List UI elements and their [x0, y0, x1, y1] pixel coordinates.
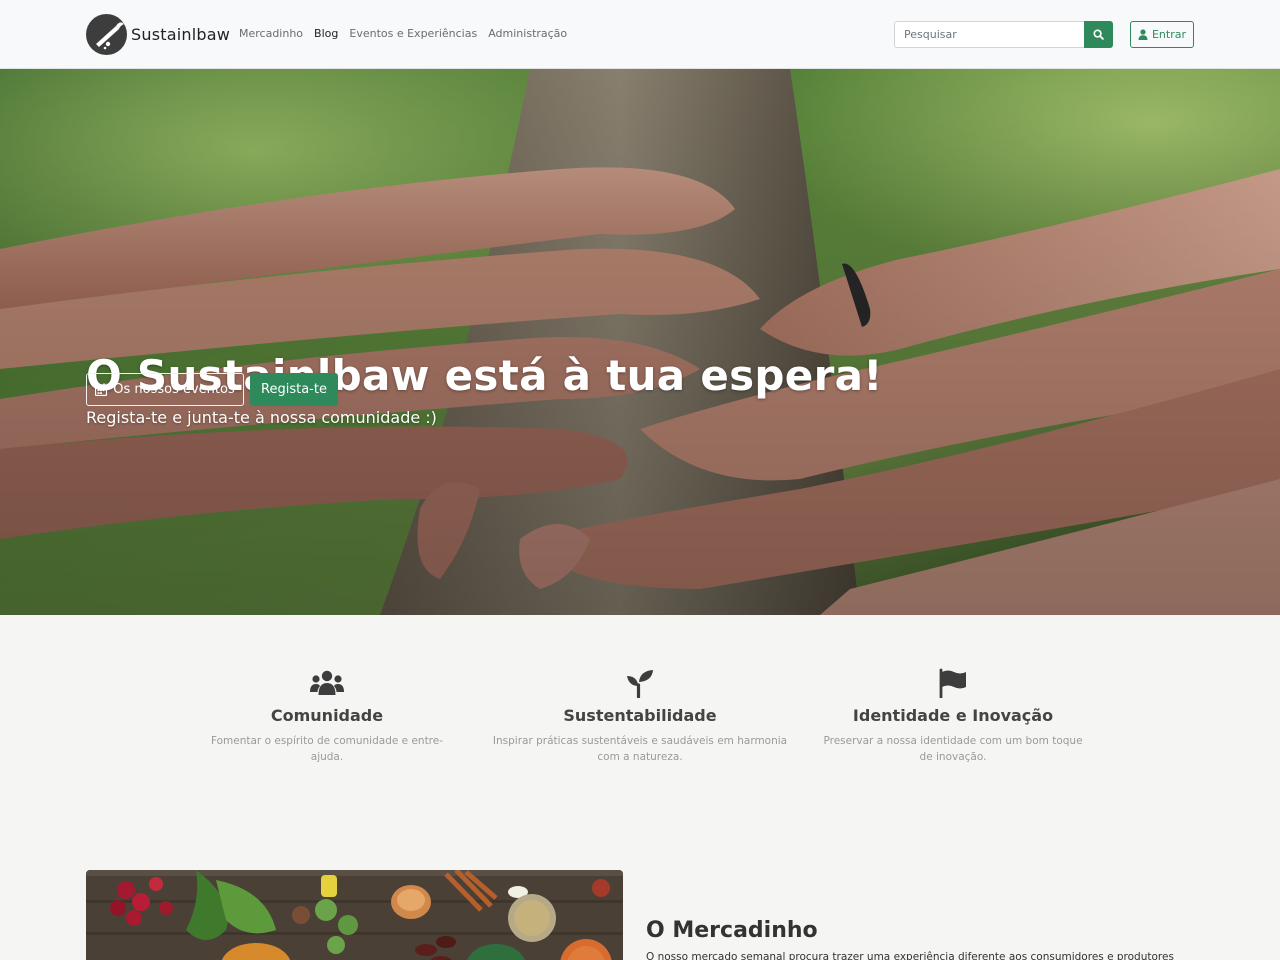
feature-title: Identidade e Inovação	[852, 706, 1054, 725]
nav-item-blog[interactable]: Blog	[314, 27, 338, 40]
users-icon	[310, 670, 344, 695]
hero-subtitle: Regista-te e junta-te à nossa comunidade…	[86, 408, 437, 427]
feature-title: Comunidade	[270, 706, 384, 725]
register-button[interactable]: Regista-te	[250, 373, 338, 406]
login-button[interactable]: Entrar	[1130, 21, 1194, 48]
search-button[interactable]	[1084, 21, 1113, 48]
feature-description: Fomentar o espírito de comunidade e entr…	[210, 735, 444, 763]
feature-title: Sustentabilidade	[563, 706, 717, 725]
feature-description: Inspirar práticas sustentáveis e saudáve…	[492, 735, 788, 763]
feature-sustentabilidade: Sustentabilidade Inspirar práticas suste…	[490, 668, 790, 765]
market-image	[86, 870, 623, 960]
user-icon	[1138, 29, 1148, 40]
feature-description: Preservar a nossa identidade com um bom …	[823, 735, 1083, 763]
our-events-label: Os nossos eventos	[113, 382, 235, 397]
search-form	[894, 21, 1113, 48]
market-description: O nosso mercado semanal procura trazer u…	[646, 951, 1174, 960]
search-input[interactable]	[894, 21, 1084, 48]
hero-section: O Sustainlbaw está à tua espera! Regista…	[0, 69, 1280, 615]
our-events-button[interactable]: Os nossos eventos	[86, 373, 244, 406]
navbar: Sustainlbaw Mercadinho Blog Eventos e Ex…	[0, 0, 1280, 69]
calendar-icon	[95, 383, 108, 396]
nav-item-eventos[interactable]: Eventos e Experiências	[349, 27, 477, 40]
nav-item-mercadinho[interactable]: Mercadinho	[239, 27, 303, 40]
nav-links: Mercadinho Blog Eventos e Experiências A…	[239, 27, 567, 40]
feature-identidade: Identidade e Inovação Preservar a nossa …	[822, 668, 1084, 765]
login-label: Entrar	[1151, 28, 1187, 41]
brand-link[interactable]: Sustainlbaw	[86, 14, 230, 55]
feature-comunidade: Comunidade Fomentar o espírito de comuni…	[196, 668, 458, 765]
brand-name: Sustainlbaw	[131, 25, 230, 44]
search-icon	[1093, 29, 1104, 40]
hero-background-image	[0, 69, 1280, 615]
market-title: O Mercadinho	[646, 918, 818, 943]
flag-icon	[939, 668, 966, 698]
seedling-icon	[627, 670, 653, 698]
brand-logo-icon	[86, 14, 127, 55]
nav-item-administracao[interactable]: Administração	[488, 27, 567, 40]
